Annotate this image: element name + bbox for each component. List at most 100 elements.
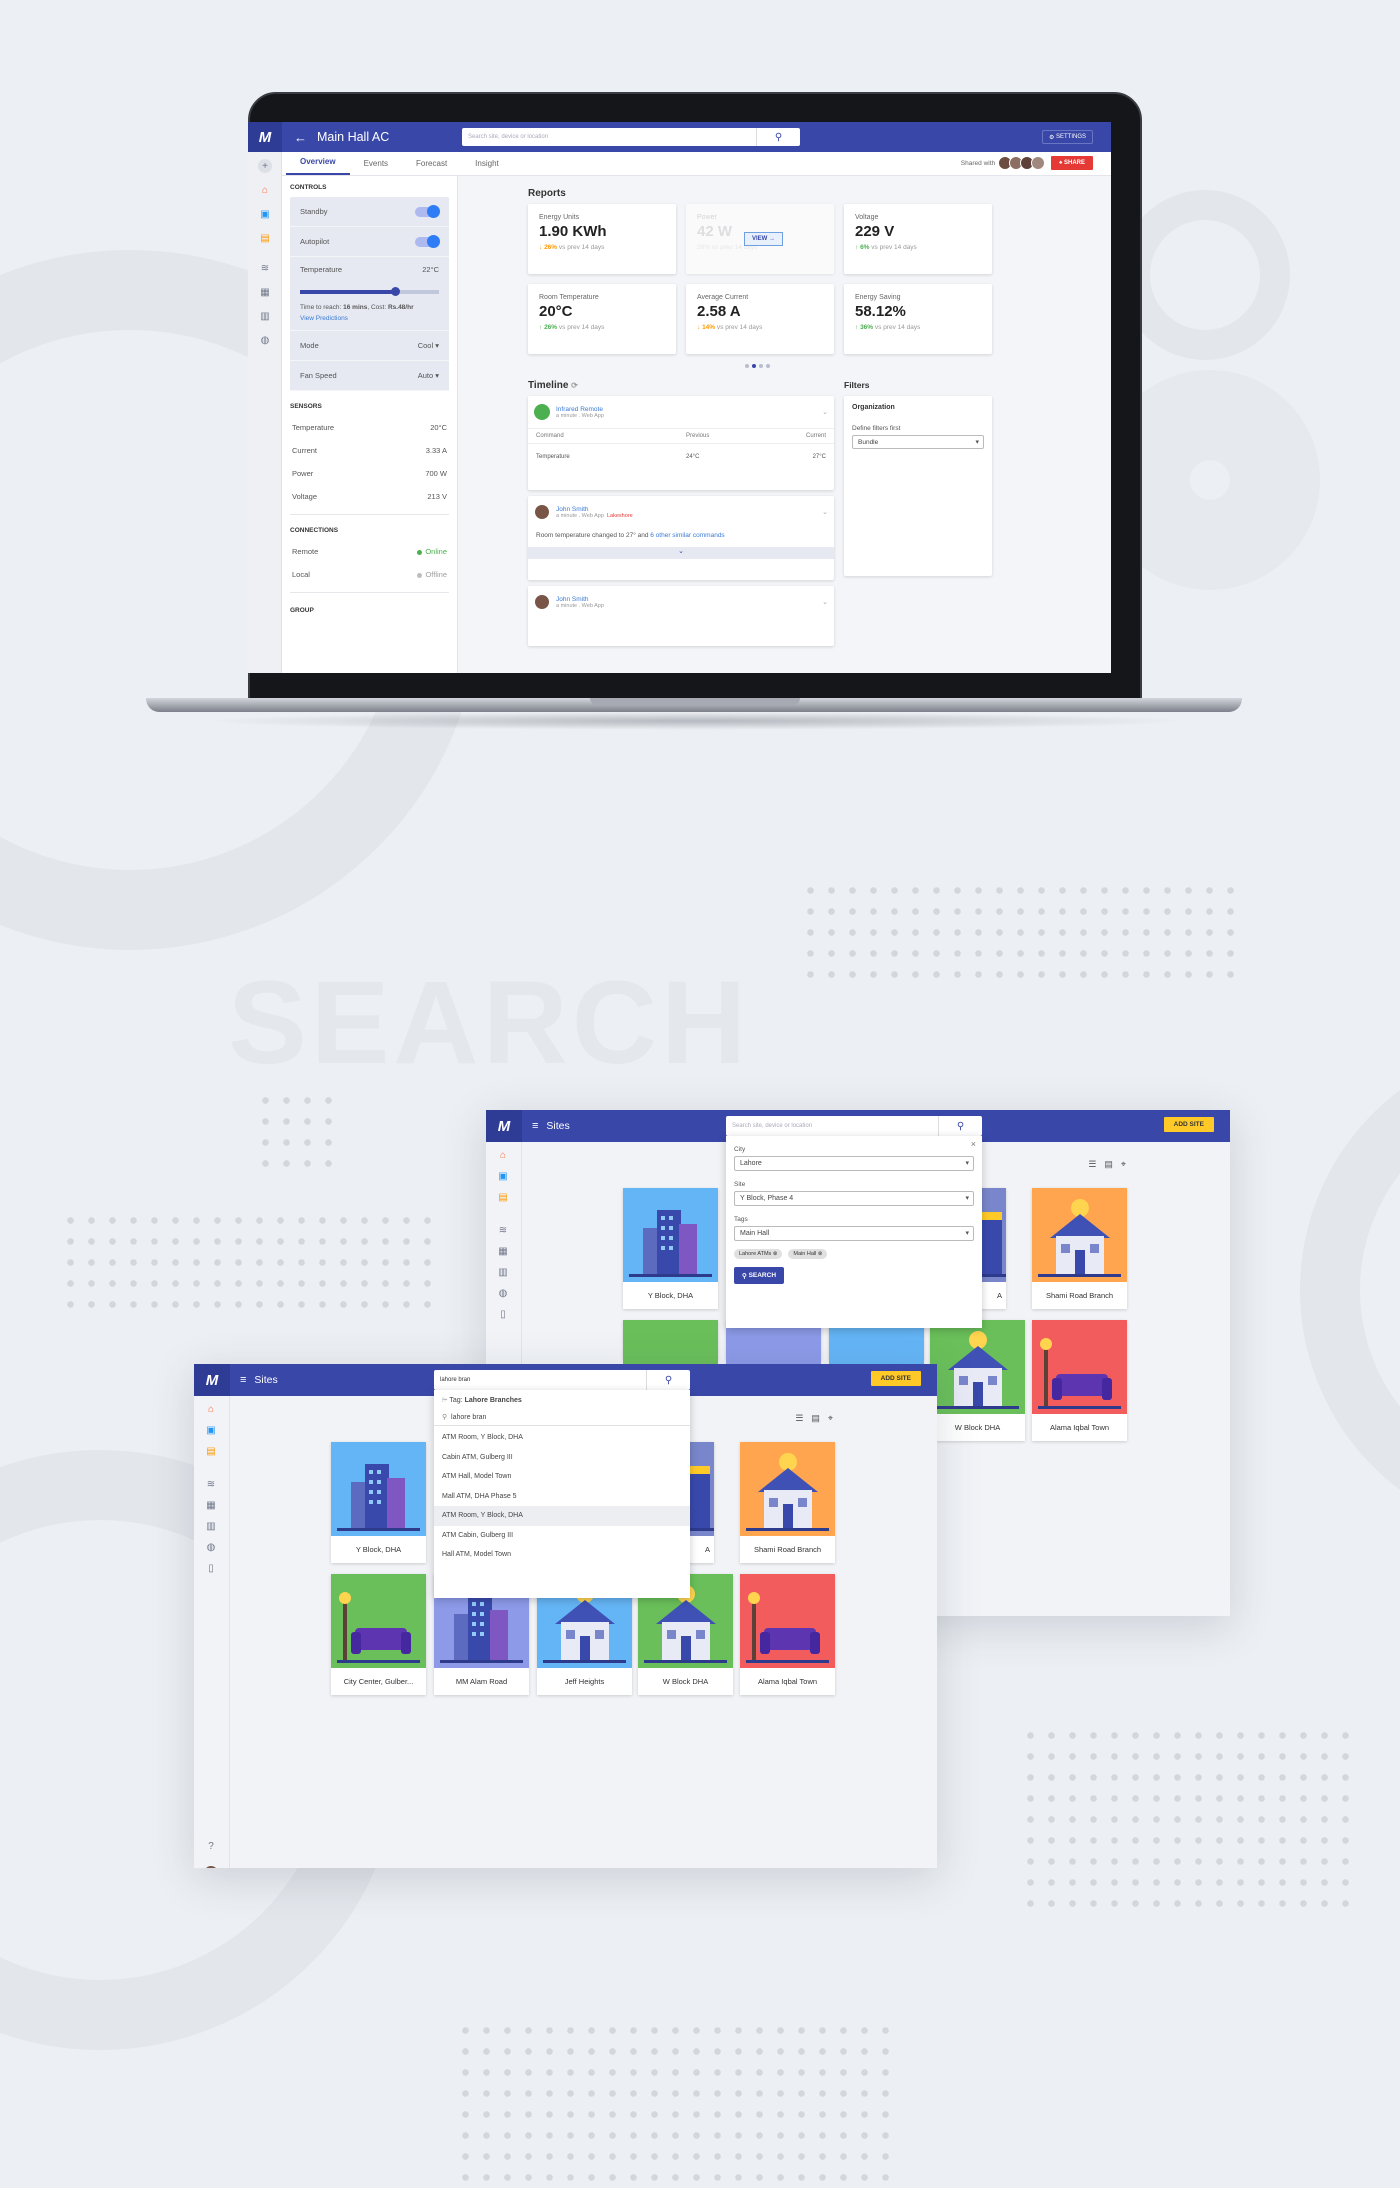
- site-suggestion[interactable]: Cabin ATM, Gulberg III: [434, 1448, 690, 1468]
- settings-button[interactable]: ⚙ SETTINGS: [1041, 130, 1093, 144]
- site-tile[interactable]: Y Block, DHA: [331, 1442, 426, 1563]
- report-card[interactable]: Average Current 2.58 A ↓ 14% vs prev 14 d…: [686, 284, 834, 354]
- search-button[interactable]: ⚲ SEARCH: [734, 1267, 784, 1284]
- tags-select[interactable]: Main Hall: [734, 1226, 974, 1241]
- calendar-icon[interactable]: ▦: [194, 1495, 228, 1516]
- site-suggestion[interactable]: Hall ATM, Model Town: [434, 1545, 690, 1565]
- document-icon[interactable]: ▥: [194, 1516, 228, 1537]
- add-site-button[interactable]: ADD SITE: [870, 1371, 921, 1386]
- avatar[interactable]: [534, 504, 550, 520]
- share-button[interactable]: ♠ SHARE: [1051, 156, 1093, 170]
- chevron-down-icon[interactable]: ⌄: [822, 408, 828, 416]
- layers-icon[interactable]: ≋: [486, 1220, 520, 1241]
- view-predictions-link[interactable]: View Predictions: [300, 315, 439, 322]
- grid-view-icon[interactable]: ▤: [1104, 1159, 1113, 1170]
- site-suggestion[interactable]: ATM Room, Y Block, DHA: [434, 1506, 690, 1526]
- search-bar[interactable]: Search site, device or location ⚲: [462, 128, 800, 146]
- calendar-icon[interactable]: ▦: [486, 1241, 520, 1262]
- report-card[interactable]: Room Temperature 20°C ↑ 26% vs prev 14 da…: [528, 284, 676, 354]
- site-suggestion[interactable]: ATM Hall, Model Town: [434, 1467, 690, 1487]
- grid-view-icon[interactable]: ▤: [811, 1413, 820, 1424]
- dashboard-icon[interactable]: ▣: [248, 202, 282, 226]
- avatar[interactable]: [194, 1862, 228, 1868]
- reports-icon[interactable]: ▤: [486, 1187, 520, 1208]
- chevron-down-icon[interactable]: ⌄: [822, 508, 828, 516]
- report-card[interactable]: Voltage 229 V ↑ 6% vs prev 14 days: [844, 204, 992, 274]
- site-tile[interactable]: City Center, Gulber...: [331, 1574, 426, 1695]
- view-button[interactable]: VIEW →: [744, 232, 784, 246]
- building-icon[interactable]: ▯: [194, 1558, 228, 1579]
- dashboard-icon[interactable]: ▣: [486, 1166, 520, 1187]
- similar-commands-link[interactable]: 6 other similar commands: [650, 532, 724, 539]
- slider-knob[interactable]: [390, 287, 400, 296]
- query-suggestion[interactable]: ⚲ lahore bran: [434, 1409, 690, 1426]
- tab-events[interactable]: Events: [350, 159, 402, 175]
- home-icon[interactable]: ⌂: [194, 1399, 228, 1420]
- tab-insight[interactable]: Insight: [461, 159, 513, 175]
- app-logo[interactable]: M: [486, 1110, 522, 1142]
- building-icon[interactable]: ▯: [486, 1304, 520, 1325]
- menu-icon[interactable]: ≡: [240, 1374, 246, 1386]
- layers-icon[interactable]: ≋: [194, 1474, 228, 1495]
- globe-icon[interactable]: ◍: [486, 1283, 520, 1304]
- report-card[interactable]: Energy Units 1.90 KWh ↓ 26% vs prev 14 da…: [528, 204, 676, 274]
- tag-suggestion[interactable]: ⌲ Tag: Lahore Branches: [434, 1392, 690, 1409]
- site-tile[interactable]: [623, 1320, 718, 1414]
- site-tile[interactable]: Shami Road Branch: [1032, 1188, 1127, 1309]
- report-card[interactable]: Energy Saving 58.12% ↑ 36% vs prev 14 day…: [844, 284, 992, 354]
- fan-speed-select[interactable]: Auto ▾: [418, 371, 439, 380]
- organization-select[interactable]: Bundle: [852, 435, 984, 449]
- standby-toggle[interactable]: [415, 204, 440, 218]
- site-suggestion[interactable]: Mall ATM, DHA Phase 5: [434, 1487, 690, 1507]
- timeline-user[interactable]: John Smith: [556, 596, 604, 603]
- expand-icon[interactable]: ⌄: [528, 547, 834, 559]
- document-icon[interactable]: ▥: [486, 1262, 520, 1283]
- app-logo[interactable]: M: [248, 122, 282, 152]
- site-suggestion[interactable]: ATM Room, Y Block, DHA: [434, 1428, 690, 1448]
- search-icon[interactable]: ⚲: [646, 1370, 690, 1390]
- back-arrow-icon[interactable]: ←: [294, 130, 307, 145]
- add-icon[interactable]: +: [248, 154, 282, 178]
- help-icon[interactable]: ?: [194, 1836, 228, 1857]
- site-tile[interactable]: W Block DHA: [930, 1320, 1025, 1441]
- app-logo[interactable]: M: [194, 1364, 230, 1396]
- list-view-icon[interactable]: ☰: [1088, 1159, 1096, 1170]
- calendar-icon[interactable]: ▦: [248, 280, 282, 304]
- document-icon[interactable]: ▥: [248, 304, 282, 328]
- home-icon[interactable]: ⌂: [248, 178, 282, 202]
- avatar[interactable]: [1031, 156, 1046, 170]
- autopilot-toggle[interactable]: [415, 234, 440, 248]
- site-select[interactable]: Y Block, Phase 4: [734, 1191, 974, 1206]
- globe-icon[interactable]: ◍: [194, 1537, 228, 1558]
- dashboard-icon[interactable]: ▣: [194, 1420, 228, 1441]
- tab-overview[interactable]: Overview: [286, 157, 350, 175]
- city-select[interactable]: Lahore: [734, 1156, 974, 1171]
- search-icon[interactable]: ⚲: [938, 1116, 982, 1136]
- avatar[interactable]: [534, 594, 550, 610]
- layers-icon[interactable]: ≋: [248, 256, 282, 280]
- site-tile[interactable]: Shami Road Branch: [740, 1442, 835, 1563]
- globe-icon[interactable]: ◍: [248, 328, 282, 352]
- temperature-slider[interactable]: [300, 287, 439, 296]
- search-input[interactable]: lahore bran: [440, 1377, 470, 1383]
- reports-icon[interactable]: ▤: [194, 1441, 228, 1462]
- map-pin-icon[interactable]: ⌖: [1121, 1159, 1126, 1170]
- chevron-down-icon[interactable]: ⌄: [822, 598, 828, 606]
- site-tile[interactable]: Alama Iqbal Town: [1032, 1320, 1127, 1441]
- tag-chip[interactable]: Main Hall ⊗: [788, 1249, 828, 1259]
- avatar-group[interactable]: [998, 156, 1046, 170]
- home-icon[interactable]: ⌂: [486, 1145, 520, 1166]
- add-site-button[interactable]: ADD SITE: [1163, 1117, 1214, 1132]
- site-suggestion[interactable]: ATM Cabin, Gulberg III: [434, 1526, 690, 1546]
- site-tile[interactable]: Alama Iqbal Town: [740, 1574, 835, 1695]
- map-pin-icon[interactable]: ⌖: [828, 1413, 833, 1424]
- site-tile[interactable]: Y Block, DHA: [623, 1188, 718, 1309]
- carousel-pagination[interactable]: [745, 364, 770, 368]
- list-view-icon[interactable]: ☰: [795, 1413, 803, 1424]
- reports-icon[interactable]: ▤: [248, 226, 282, 250]
- menu-icon[interactable]: ≡: [532, 1120, 538, 1132]
- tag-chip[interactable]: Lahore ATMs ⊗: [734, 1249, 783, 1259]
- refresh-icon[interactable]: ⟳: [571, 381, 578, 390]
- timeline-source[interactable]: Infrared Remote: [556, 406, 604, 413]
- search-bar[interactable]: Search site, device or location ⚲: [726, 1116, 982, 1136]
